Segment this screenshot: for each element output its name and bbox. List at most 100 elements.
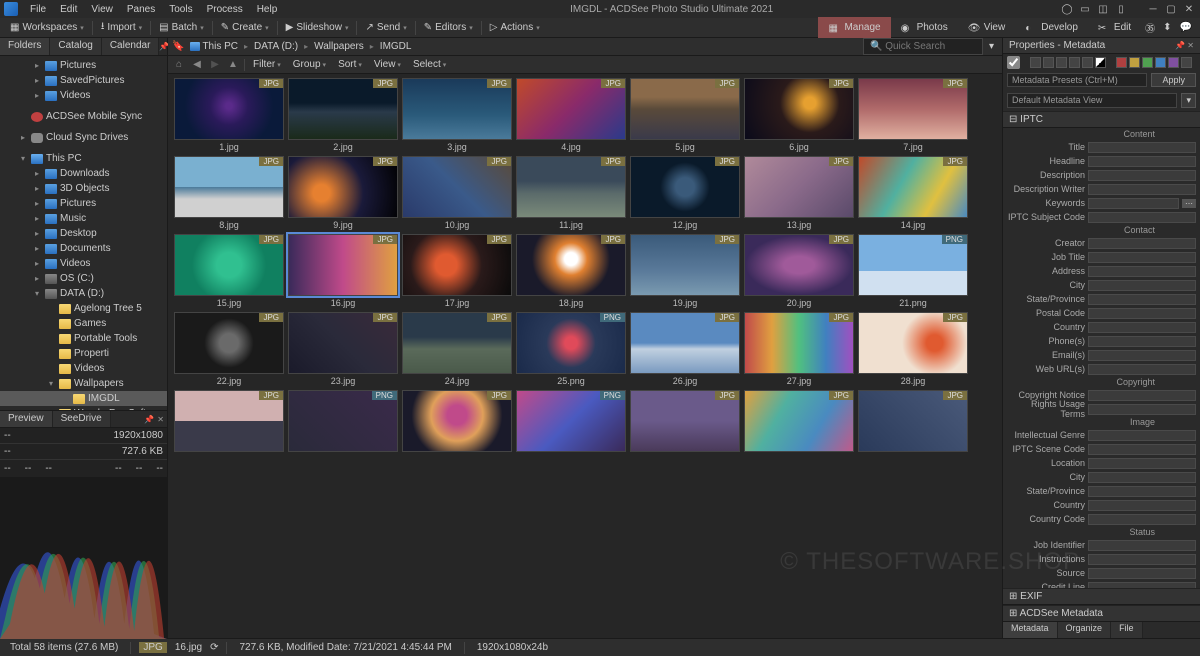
actions-button[interactable]: ▷ Actions ▾ <box>484 20 546 35</box>
exif-header[interactable]: ⊞ EXIF <box>1003 588 1200 605</box>
thumbnail[interactable]: JPG16.jpg <box>288 234 398 310</box>
menu-file[interactable]: File <box>24 2 52 17</box>
thumbnail[interactable]: JPG20.jpg <box>744 234 854 310</box>
metadata-presets[interactable]: Metadata Presets (Ctrl+M) <box>1007 73 1147 87</box>
tab-seedrive[interactable]: SeeDrive <box>53 411 111 427</box>
apply-button[interactable]: Apply <box>1151 73 1196 87</box>
thumbnail[interactable]: PNG21.png <box>858 234 968 310</box>
thumbnail[interactable]: JPG <box>174 390 284 466</box>
maximize-button[interactable]: ▢ <box>1164 3 1178 15</box>
tag-checkbox[interactable] <box>1007 56 1020 69</box>
thumbnail[interactable]: JPG24.jpg <box>402 312 512 388</box>
thumbnail[interactable]: JPG <box>630 390 740 466</box>
thumbnail[interactable]: JPG <box>744 390 854 466</box>
menu-view[interactable]: View <box>85 2 119 17</box>
mode-develop[interactable]: ◐Develop <box>1015 17 1088 38</box>
filter-button[interactable]: Filter ▾ <box>249 58 285 71</box>
mode-view[interactable]: 👁View <box>958 17 1016 38</box>
nav-back-icon[interactable]: ◀ <box>190 58 204 72</box>
view-button[interactable]: View ▾ <box>370 58 405 71</box>
quick-search[interactable]: 🔍 Quick Search <box>863 38 983 55</box>
editors-button[interactable]: ✎ Editors ▾ <box>418 20 479 35</box>
thumbnail[interactable]: JPG17.jpg <box>402 234 512 310</box>
tab-folders[interactable]: Folders <box>0 38 50 55</box>
thumbnail[interactable]: JPG11.jpg <box>516 156 626 232</box>
minimize-button[interactable]: ─ <box>1146 3 1160 15</box>
keywords-more-icon[interactable]: ⋯ <box>1182 199 1196 208</box>
thumbnail[interactable]: JPG8.jpg <box>174 156 284 232</box>
menu-edit[interactable]: Edit <box>54 2 83 17</box>
tab-catalog[interactable]: Catalog <box>50 38 101 55</box>
thumbnail[interactable]: JPG2.jpg <box>288 78 398 154</box>
thumbnail[interactable]: JPG19.jpg <box>630 234 740 310</box>
thumbnail[interactable]: JPG1.jpg <box>174 78 284 154</box>
sort-button[interactable]: Sort ▾ <box>334 58 366 71</box>
thumbnail[interactable]: JPG <box>402 390 512 466</box>
thumbnail[interactable]: JPG27.jpg <box>744 312 854 388</box>
close-button[interactable]: ✕ <box>1182 3 1196 15</box>
batch-button[interactable]: ▤ Batch ▾ <box>153 20 210 35</box>
thumbnail[interactable]: JPG13.jpg <box>744 156 854 232</box>
thumbnail[interactable]: PNG <box>516 390 626 466</box>
folder-tree[interactable]: ▸Pictures ▸SavedPictures ▸Videos ACDSee … <box>0 56 167 410</box>
thumbnail[interactable]: JPG9.jpg <box>288 156 398 232</box>
nav-bookmark-icon[interactable]: 🔖 <box>172 41 184 52</box>
nav-home-icon[interactable]: ⌂ <box>172 58 186 72</box>
thumbnail[interactable]: JPG5.jpg <box>630 78 740 154</box>
layout-icon-2[interactable]: ◫ <box>1096 3 1110 15</box>
slideshow-button[interactable]: ▶ Slideshow ▾ <box>280 20 355 35</box>
thumbnail[interactable]: PNG25.png <box>516 312 626 388</box>
menu-tools[interactable]: Tools <box>163 2 198 17</box>
layout-icon-1[interactable]: ▭ <box>1078 3 1092 15</box>
nav-up-icon[interactable]: ▲ <box>226 58 240 72</box>
thumbnail[interactable]: JPG22.jpg <box>174 312 284 388</box>
thumbnail[interactable]: PNG <box>288 390 398 466</box>
mode-photos[interactable]: ◉Photos <box>891 17 958 38</box>
thumbnail[interactable]: JPG23.jpg <box>288 312 398 388</box>
crumb-datad[interactable]: DATA (D:) <box>250 40 302 53</box>
preview-close-icon[interactable]: ✕ <box>157 415 164 424</box>
menu-process[interactable]: Process <box>201 2 249 17</box>
mode-365[interactable]: ㉟ <box>1141 17 1159 38</box>
iptc-header[interactable]: ⊟ IPTC <box>1003 111 1200 128</box>
import-button[interactable]: ⭳ Import ▾ <box>95 17 148 38</box>
mode-manage[interactable]: ▦Manage <box>818 17 890 38</box>
mode-dashboard[interactable]: ⬍ <box>1159 17 1175 38</box>
user-icon[interactable]: ◯ <box>1060 3 1074 15</box>
tab-preview[interactable]: Preview <box>0 411 53 427</box>
thumbnail[interactable]: JPG26.jpg <box>630 312 740 388</box>
select-button[interactable]: Select ▾ <box>409 58 450 71</box>
layout-icon-3[interactable]: ▯ <box>1114 3 1128 15</box>
group-button[interactable]: Group ▾ <box>289 58 330 71</box>
send-button[interactable]: ↗ Send ▾ <box>359 20 412 35</box>
thumbnail[interactable]: JPG28.jpg <box>858 312 968 388</box>
thumbnail[interactable]: JPG18.jpg <box>516 234 626 310</box>
create-button[interactable]: ✎ Create ▾ <box>215 20 275 35</box>
thumbnail-grid[interactable]: JPG1.jpgJPG2.jpgJPG3.jpgJPG4.jpgJPG5.jpg… <box>168 74 1002 638</box>
search-menu-icon[interactable]: ▾ <box>985 41 998 52</box>
thumbnail[interactable]: JPG <box>858 390 968 466</box>
nav-fwd-icon[interactable]: ▶ <box>208 58 222 72</box>
mode-chat[interactable]: 💬 <box>1176 17 1196 38</box>
rating-color-row[interactable] <box>1003 54 1200 70</box>
preview-pin-icon[interactable]: 📌 <box>144 415 154 424</box>
thumbnail[interactable]: JPG3.jpg <box>402 78 512 154</box>
thumbnail[interactable]: JPG14.jpg <box>858 156 968 232</box>
crumb-thispc[interactable]: This PC <box>186 40 242 53</box>
bottom-tab-organize[interactable]: Organize <box>1058 622 1112 638</box>
thumbnail[interactable]: JPG12.jpg <box>630 156 740 232</box>
menu-panes[interactable]: Panes <box>121 2 161 17</box>
workspaces-button[interactable]: ▦ Workspaces ▾ <box>4 20 90 35</box>
crumb-wallpapers[interactable]: Wallpapers <box>310 40 368 53</box>
thumbnail[interactable]: JPG6.jpg <box>744 78 854 154</box>
tab-calendar[interactable]: Calendar <box>102 38 160 55</box>
thumbnail[interactable]: JPG15.jpg <box>174 234 284 310</box>
bottom-tab-file[interactable]: File <box>1111 622 1143 638</box>
menu-help[interactable]: Help <box>251 2 284 17</box>
thumbnail[interactable]: JPG7.jpg <box>858 78 968 154</box>
metadata-view[interactable]: Default Metadata View <box>1007 93 1177 108</box>
acdsee-metadata-header[interactable]: ⊞ ACDSee Metadata <box>1003 605 1200 622</box>
crumb-imgdl[interactable]: IMGDL <box>376 40 416 53</box>
thumbnail[interactable]: JPG10.jpg <box>402 156 512 232</box>
mode-edit[interactable]: ✂Edit <box>1088 17 1141 38</box>
